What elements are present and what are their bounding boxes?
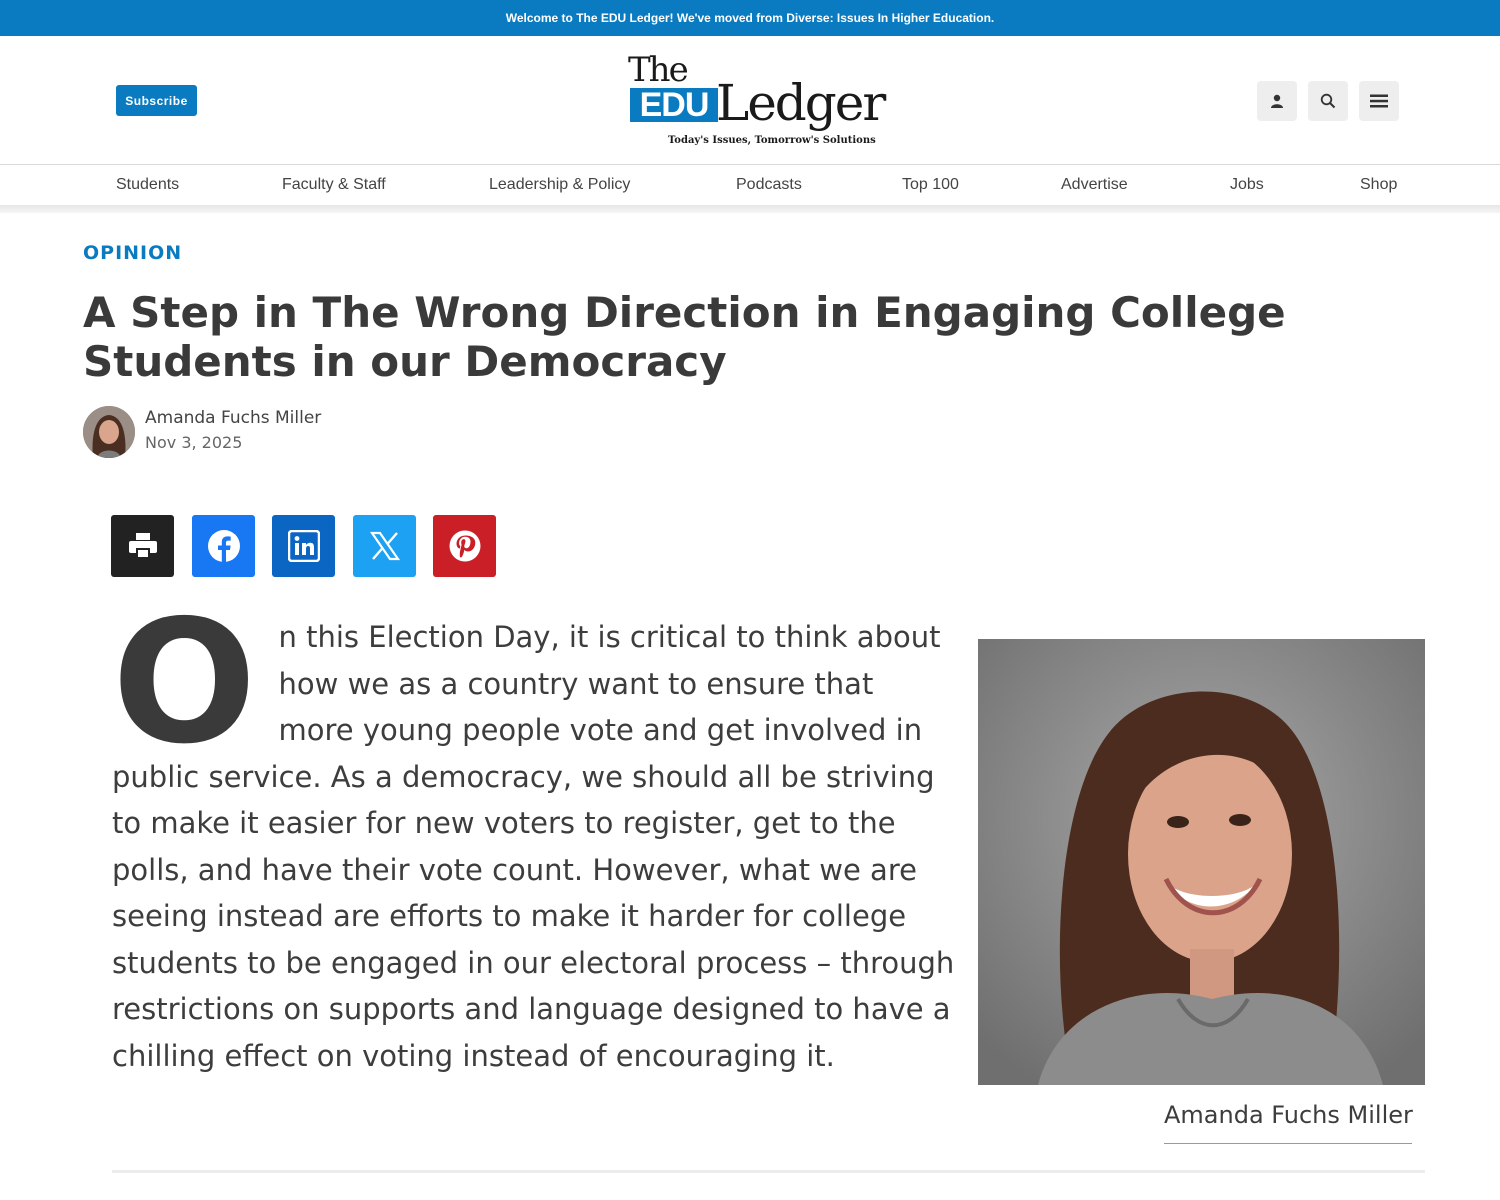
welcome-banner: Welcome to The EDU Ledger! We've moved f… bbox=[0, 0, 1500, 36]
welcome-banner-text: Welcome to The EDU Ledger! We've moved f… bbox=[505, 11, 995, 25]
author-avatar bbox=[83, 406, 135, 458]
pinterest-icon bbox=[449, 530, 480, 562]
subscribe-button[interactable]: Subscribe bbox=[116, 85, 197, 116]
author-photo bbox=[978, 639, 1425, 1085]
article-title: A Step in The Wrong Direction in Engagin… bbox=[83, 288, 1286, 386]
site-header: Subscribe The EDU Ledger Today's Issues,… bbox=[0, 36, 1500, 165]
drop-cap: O bbox=[112, 584, 257, 782]
facebook-icon bbox=[207, 530, 240, 562]
logo-the: The bbox=[628, 50, 689, 90]
caption-divider bbox=[1164, 1143, 1412, 1144]
logo-tagline: Today's Issues, Tomorrow's Solutions bbox=[668, 135, 876, 146]
x-share-button[interactable] bbox=[353, 515, 416, 577]
article-body: O n this Election Day, it is critical to… bbox=[112, 584, 957, 1079]
nav-item-shop[interactable]: Shop bbox=[1360, 176, 1397, 194]
main-nav: Students Faculty & Staff Leadership & Po… bbox=[0, 166, 1500, 206]
publish-date: Nov 3, 2025 bbox=[145, 433, 243, 452]
nav-item-faculty-staff[interactable]: Faculty & Staff bbox=[282, 176, 386, 194]
logo-edu: EDU bbox=[630, 88, 718, 122]
logo-ledger: Ledger bbox=[716, 74, 886, 132]
x-icon bbox=[369, 531, 400, 561]
article-category[interactable]: OPINION bbox=[83, 242, 182, 264]
photo-caption: Amanda Fuchs Miller bbox=[1164, 1101, 1413, 1129]
pinterest-share-button[interactable] bbox=[433, 515, 496, 577]
search-icon[interactable] bbox=[1308, 81, 1348, 121]
author-name[interactable]: Amanda Fuchs Miller bbox=[145, 408, 321, 428]
linkedin-share-button[interactable] bbox=[272, 515, 335, 577]
nav-item-top-100[interactable]: Top 100 bbox=[902, 176, 959, 194]
section-divider bbox=[112, 1170, 1425, 1173]
nav-divider bbox=[0, 205, 1500, 213]
site-logo[interactable]: The EDU Ledger Today's Issues, Tomorrow'… bbox=[626, 50, 896, 150]
linkedin-icon bbox=[287, 530, 320, 562]
user-icon[interactable] bbox=[1257, 81, 1297, 121]
nav-item-leadership-policy[interactable]: Leadership & Policy bbox=[489, 176, 630, 194]
print-button[interactable] bbox=[111, 515, 174, 577]
nav-item-podcasts[interactable]: Podcasts bbox=[736, 176, 802, 194]
nav-item-advertise[interactable]: Advertise bbox=[1061, 176, 1128, 194]
print-icon bbox=[128, 533, 157, 558]
nav-item-jobs[interactable]: Jobs bbox=[1230, 176, 1264, 194]
menu-icon[interactable] bbox=[1359, 81, 1399, 121]
facebook-share-button[interactable] bbox=[192, 515, 255, 577]
nav-item-students[interactable]: Students bbox=[116, 176, 179, 194]
